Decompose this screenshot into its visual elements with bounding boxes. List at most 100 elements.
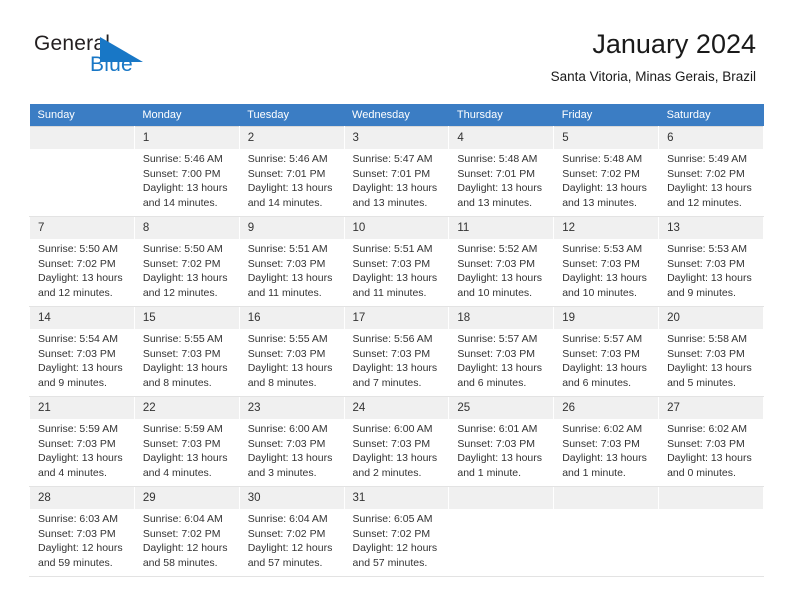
day-cell-inner: 1 Sunrise: 5:46 AM Sunset: 7:00 PM Daylight… <box>134 127 239 210</box>
calendar-day-cell[interactable]: 22 Sunrise: 5:59 AM Sunset: 7:03 PM Dayligh… <box>133 396 240 487</box>
calendar-day-cell[interactable]: 1 Sunrise: 5:46 AM Sunset: 7:00 PM Daylight… <box>133 126 240 217</box>
daylight-duration-line2: and 11 minutes. <box>352 286 427 299</box>
calendar-day-cell[interactable]: 11 Sunrise: 5:52 AM Sunset: 7:03 PM Dayligh… <box>448 216 555 307</box>
sunset-time: Sunset: 7:03 PM <box>457 257 536 270</box>
calendar-day-cell[interactable]: 2 Sunrise: 5:46 AM Sunset: 7:01 PM Daylight… <box>238 126 345 217</box>
calendar-day-cell[interactable]: 21 Sunrise: 5:59 AM Sunset: 7:03 PM Dayligh… <box>29 396 135 487</box>
daylight-duration-line1: Daylight: 13 hours <box>247 362 333 375</box>
daylight-duration-line1: Daylight: 12 hours <box>38 542 123 555</box>
brand-logo[interactable]: General Blue <box>34 32 164 80</box>
daylight-duration-line1: Daylight: 13 hours <box>247 182 333 195</box>
calendar-day-cell[interactable]: 15 Sunrise: 5:55 AM Sunset: 7:03 PM Dayligh… <box>133 306 240 397</box>
calendar-day-cell[interactable]: 4 Sunrise: 5:48 AM Sunset: 7:01 PM Daylight… <box>448 126 555 217</box>
day-sun-info: Sunrise: 5:55 AM Sunset: 7:03 PM Daylight:… <box>248 329 338 390</box>
calendar-day-cell[interactable]: 28 Sunrise: 6:03 AM Sunset: 7:03 PM Dayligh… <box>29 486 135 577</box>
day-number: 19 <box>554 307 659 329</box>
calendar-day-cell[interactable]: 18 Sunrise: 5:57 AM Sunset: 7:03 PM Dayligh… <box>448 306 555 397</box>
day-number: 5 <box>554 127 659 149</box>
calendar-day-cell[interactable]: 9 Sunrise: 5:51 AM Sunset: 7:03 PM Daylight… <box>238 216 345 307</box>
sunset-time: Sunset: 7:02 PM <box>562 167 640 180</box>
day-number: 30 <box>239 487 344 509</box>
page-title: January 2024 <box>592 29 756 59</box>
day-cell-inner: 15 Sunrise: 5:55 AM Sunset: 7:03 PM Dayligh… <box>134 307 239 390</box>
sunrise-time: Sunrise: 5:57 AM <box>457 333 538 345</box>
calendar-day-cell[interactable]: 27 Sunrise: 6:02 AM Sunset: 7:03 PM Dayligh… <box>658 396 764 487</box>
day-number: 17 <box>344 307 449 329</box>
daylight-duration-line2: and 1 minute. <box>562 466 626 479</box>
calendar-day-cell[interactable]: 30 Sunrise: 6:04 AM Sunset: 7:02 PM Dayligh… <box>238 486 345 577</box>
calendar-day-cell[interactable]: 25 Sunrise: 6:01 AM Sunset: 7:03 PM Dayligh… <box>448 396 555 487</box>
calendar-day-cell[interactable]: 8 Sunrise: 5:50 AM Sunset: 7:02 PM Daylight… <box>133 216 240 307</box>
day-number: 11 <box>449 217 554 239</box>
day-number: 31 <box>344 487 449 509</box>
day-sun-info: Sunrise: 6:00 AM Sunset: 7:03 PM Daylight:… <box>353 419 443 480</box>
daylight-duration-line1: Daylight: 13 hours <box>352 182 438 195</box>
sunset-time: Sunset: 7:03 PM <box>667 437 745 450</box>
day-sun-info: Sunrise: 6:02 AM Sunset: 7:03 PM Daylight:… <box>562 419 652 480</box>
sunset-time: Sunset: 7:02 PM <box>247 527 326 540</box>
sunrise-time: Sunrise: 5:56 AM <box>352 333 433 345</box>
sunset-time: Sunset: 7:03 PM <box>562 257 640 270</box>
calendar-day-cell[interactable]: 26 Sunrise: 6:02 AM Sunset: 7:03 PM Dayligh… <box>553 396 660 487</box>
calendar-day-cell[interactable]: 6 Sunrise: 5:49 AM Sunset: 7:02 PM Daylight… <box>658 126 764 217</box>
daylight-duration-line2: and 2 minutes. <box>352 466 422 479</box>
weekday-header-friday: Friday <box>553 104 659 127</box>
daylight-duration-line1: Daylight: 13 hours <box>457 362 543 375</box>
sunrise-time: Sunrise: 6:02 AM <box>667 423 748 435</box>
calendar-day-cell[interactable]: 5 Sunrise: 5:48 AM Sunset: 7:02 PM Daylight… <box>553 126 660 217</box>
day-cell-inner: 18 Sunrise: 5:57 AM Sunset: 7:03 PM Dayligh… <box>449 307 554 390</box>
calendar-day-cell[interactable]: 20 Sunrise: 5:58 AM Sunset: 7:03 PM Dayligh… <box>658 306 764 397</box>
sunrise-time: Sunrise: 5:53 AM <box>667 243 748 255</box>
day-sun-info: Sunrise: 5:53 AM Sunset: 7:03 PM Daylight:… <box>562 239 652 300</box>
sunset-time: Sunset: 7:02 PM <box>142 257 221 270</box>
calendar-day-cell[interactable]: 7 Sunrise: 5:50 AM Sunset: 7:02 PM Daylight… <box>29 216 135 307</box>
day-number: 23 <box>239 397 344 419</box>
calendar-day-cell[interactable]: 12 Sunrise: 5:53 AM Sunset: 7:03 PM Dayligh… <box>553 216 660 307</box>
sunrise-time: Sunrise: 5:47 AM <box>352 153 433 165</box>
day-sun-info: Sunrise: 5:59 AM Sunset: 7:03 PM Daylight:… <box>143 419 233 480</box>
daylight-duration-line2: and 9 minutes. <box>38 376 107 389</box>
calendar-day-cell[interactable]: 16 Sunrise: 5:55 AM Sunset: 7:03 PM Dayligh… <box>238 306 345 397</box>
calendar-day-cell[interactable]: 10 Sunrise: 5:51 AM Sunset: 7:03 PM Dayligh… <box>343 216 450 307</box>
day-cell-inner: 12 Sunrise: 5:53 AM Sunset: 7:03 PM Dayligh… <box>554 217 659 300</box>
sunrise-time: Sunrise: 5:57 AM <box>562 333 643 345</box>
sunrise-time: Sunrise: 5:49 AM <box>667 153 748 165</box>
day-number: 4 <box>449 127 554 149</box>
sunset-time: Sunset: 7:02 PM <box>38 257 116 270</box>
calendar-day-cell[interactable]: 13 Sunrise: 5:53 AM Sunset: 7:03 PM Dayligh… <box>658 216 764 307</box>
day-number: 9 <box>239 217 344 239</box>
day-number: 1 <box>134 127 239 149</box>
day-cell-inner: 25 Sunrise: 6:01 AM Sunset: 7:03 PM Dayligh… <box>449 397 554 480</box>
day-number: 18 <box>449 307 554 329</box>
day-number <box>659 487 763 509</box>
calendar-day-cell[interactable]: 31 Sunrise: 6:05 AM Sunset: 7:02 PM Dayligh… <box>343 486 450 577</box>
day-cell-inner: 27 Sunrise: 6:02 AM Sunset: 7:03 PM Dayligh… <box>659 397 763 480</box>
day-number: 28 <box>30 487 134 509</box>
page-subtitle: Santa Vitoria, Minas Gerais, Brazil <box>550 69 756 84</box>
day-cell-inner: 5 Sunrise: 5:48 AM Sunset: 7:02 PM Daylight… <box>554 127 659 210</box>
daylight-duration-line1: Daylight: 13 hours <box>457 452 543 465</box>
daylight-duration-line2: and 7 minutes. <box>352 376 422 389</box>
calendar-day-cell[interactable]: 23 Sunrise: 6:00 AM Sunset: 7:03 PM Dayligh… <box>238 396 345 487</box>
daylight-duration-line1: Daylight: 13 hours <box>142 272 228 285</box>
daylight-duration-line1: Daylight: 13 hours <box>142 182 228 195</box>
daylight-duration-line2: and 8 minutes. <box>247 376 317 389</box>
daylight-duration-line2: and 0 minutes. <box>667 466 736 479</box>
daylight-duration-line2: and 59 minutes. <box>38 556 113 569</box>
sunrise-time: Sunrise: 5:54 AM <box>38 333 118 345</box>
day-cell-inner: 9 Sunrise: 5:51 AM Sunset: 7:03 PM Daylight… <box>239 217 344 300</box>
daylight-duration-line1: Daylight: 13 hours <box>38 272 123 285</box>
daylight-duration-line2: and 58 minutes. <box>142 556 218 569</box>
calendar-day-cell[interactable]: 24 Sunrise: 6:00 AM Sunset: 7:03 PM Dayligh… <box>343 396 450 487</box>
calendar-day-cell[interactable]: 17 Sunrise: 5:56 AM Sunset: 7:03 PM Dayligh… <box>343 306 450 397</box>
daylight-duration-line1: Daylight: 13 hours <box>247 272 333 285</box>
sunrise-time: Sunrise: 6:00 AM <box>247 423 328 435</box>
sunset-time: Sunset: 7:03 PM <box>38 527 116 540</box>
calendar-day-cell[interactable]: 14 Sunrise: 5:54 AM Sunset: 7:03 PM Dayligh… <box>29 306 135 397</box>
calendar-day-cell[interactable]: 3 Sunrise: 5:47 AM Sunset: 7:01 PM Daylight… <box>343 126 450 217</box>
calendar-day-cell[interactable]: 29 Sunrise: 6:04 AM Sunset: 7:02 PM Dayligh… <box>133 486 240 577</box>
day-number: 21 <box>30 397 134 419</box>
sunrise-time: Sunrise: 6:05 AM <box>352 513 433 525</box>
daylight-duration-line2: and 13 minutes. <box>352 196 428 209</box>
calendar-day-cell[interactable]: 19 Sunrise: 5:57 AM Sunset: 7:03 PM Dayligh… <box>553 306 660 397</box>
